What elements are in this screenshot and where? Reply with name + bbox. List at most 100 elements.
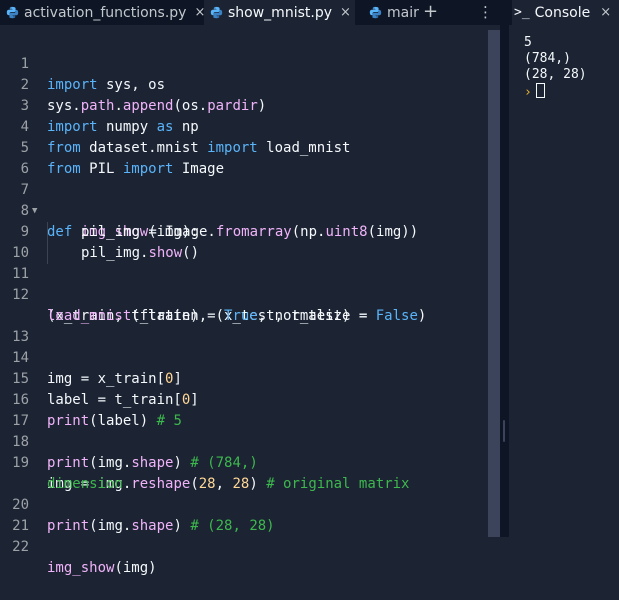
code-token: numpy — [97, 119, 157, 135]
editor-tab-bar: activation_functions.py × show_mnist.py … — [0, 0, 500, 25]
code-token: import — [122, 161, 174, 177]
code-line: 3 import numpy as np — [0, 75, 199, 135]
python-icon — [6, 6, 19, 19]
code-comment: # original matrix — [266, 476, 410, 492]
code-token: (img)) — [367, 224, 419, 240]
code-token: pardir — [207, 98, 258, 114]
code-token: as — [156, 119, 174, 135]
code-token: img = x_train[ — [47, 371, 166, 387]
code-comment: # (28, 28) — [190, 518, 275, 534]
code-line: 13 — [0, 306, 51, 345]
code-line: 11 — [0, 243, 51, 282]
code-token: import — [47, 119, 98, 135]
kebab-menu-icon[interactable]: ⋮ — [478, 3, 493, 21]
code-line: 14 img = x_train[0] — [0, 327, 182, 387]
code-line: 5 from PIL import Image — [0, 117, 224, 177]
code-line: 19 img = img.reshape(28, 28) # original … — [0, 432, 409, 492]
close-icon[interactable]: × — [340, 5, 351, 20]
tab-label: mair — [387, 4, 419, 21]
code-token: import — [207, 140, 258, 156]
code-token: (img. — [89, 455, 132, 471]
code-token: , — [215, 476, 233, 492]
code-token: 28 — [198, 476, 216, 492]
code-line: 7 ▼ def img_show(img): — [0, 159, 199, 240]
code-line: 6 — [0, 138, 51, 177]
code-token: ) — [173, 455, 191, 471]
tab-activation-functions[interactable]: activation_functions.py × — [6, 0, 205, 25]
code-line: 22 img_show(img) — [0, 516, 156, 576]
code-token: show — [148, 245, 183, 261]
code-token: ) — [173, 518, 191, 534]
code-comment: # (784,) — [190, 455, 258, 471]
code-line: 21 — [0, 495, 51, 534]
code-token: pil_img. — [81, 245, 149, 261]
console-output[interactable]: 5 (784,) (28, 28) › — [524, 35, 587, 101]
tab-show-mnist[interactable]: show_mnist.py × — [204, 0, 355, 25]
line-number: 22 — [12, 539, 29, 555]
code-line: 1 import sys, os — [0, 33, 165, 93]
code-line: 10 — [0, 222, 51, 261]
code-token: () — [182, 245, 200, 261]
code-token: np — [173, 119, 199, 135]
code-token: pil_img = Image. — [81, 224, 216, 240]
code-line: 4 from dataset.mnist import load_mnist — [0, 96, 351, 156]
code-token: ( — [190, 476, 199, 492]
plus-icon[interactable]: + — [423, 1, 438, 22]
code-token: append — [122, 98, 174, 114]
code-token: . — [72, 98, 81, 114]
code-line: 20 print(img.shape) # (28, 28) — [0, 474, 274, 534]
tab-label: show_mnist.py — [228, 4, 332, 21]
code-token: load_mnist — [257, 140, 351, 156]
tab-label: activation_functions.py — [24, 4, 187, 21]
code-token: load_mnist — [47, 308, 132, 324]
code-token: 28 — [232, 476, 250, 492]
code-line: 8 pil_img = Image.fromarray(np.uint8(img… — [0, 180, 418, 243]
code-editor-pane: activation_functions.py × show_mnist.py … — [0, 0, 500, 576]
code-token: , normalize = — [257, 308, 376, 324]
code-token: from — [47, 161, 81, 177]
code-token: ) — [249, 476, 267, 492]
code-token: uint8 — [325, 224, 368, 240]
tab-console[interactable]: >_ Console × — [512, 0, 619, 25]
code-token: shape — [131, 518, 174, 534]
pane-divider[interactable] — [500, 0, 509, 537]
code-token: from — [47, 140, 81, 156]
code-token: . — [114, 98, 123, 114]
console-output-line: (28, 28) — [524, 67, 587, 82]
code-token: print — [47, 413, 90, 429]
code-token: PIL — [80, 161, 123, 177]
code-line: 15 label = t_train[0] — [0, 348, 199, 408]
python-icon — [369, 6, 382, 19]
code-token: shape — [131, 455, 174, 471]
code-token: ) — [257, 98, 267, 114]
code-token: (np. — [291, 224, 326, 240]
code-token: reshape — [131, 476, 191, 492]
code-token: sys — [47, 98, 73, 114]
code-line: 16 print(label) # 5 — [0, 369, 182, 429]
code-token: True — [224, 308, 258, 324]
code-token: label = t_train[ — [47, 392, 182, 408]
code-token: sys, os — [97, 77, 166, 93]
editor-scrollbar[interactable] — [488, 30, 500, 537]
code-token: (label) — [89, 413, 157, 429]
console-input-line[interactable]: › — [524, 83, 587, 101]
code-token: print — [47, 518, 90, 534]
terminal-icon: >_ — [514, 5, 530, 20]
code-token: ) — [417, 308, 427, 324]
close-icon[interactable]: × — [600, 5, 611, 20]
code-token: ] — [173, 371, 182, 387]
code-token: (img. — [89, 518, 132, 534]
prompt-chevron-icon: › — [524, 85, 532, 100]
code-token: path — [80, 98, 115, 114]
code-line: 12 (x_train, t_train), (x_test, t_test) … — [0, 264, 367, 324]
code-comment: dimension — [47, 476, 123, 492]
code-line-wrap: dimension — [0, 453, 123, 492]
python-icon — [210, 6, 223, 19]
text-cursor — [535, 83, 545, 98]
code-line-wrap: load_mnist(flatten = True, normalize = F… — [0, 285, 426, 324]
code-line: 18 print(img.shape) # (784,) — [0, 411, 258, 471]
code-token: print — [47, 455, 90, 471]
code-token: False — [375, 308, 418, 324]
resize-handle[interactable] — [503, 420, 505, 442]
tab-main[interactable]: mair — [369, 0, 419, 25]
